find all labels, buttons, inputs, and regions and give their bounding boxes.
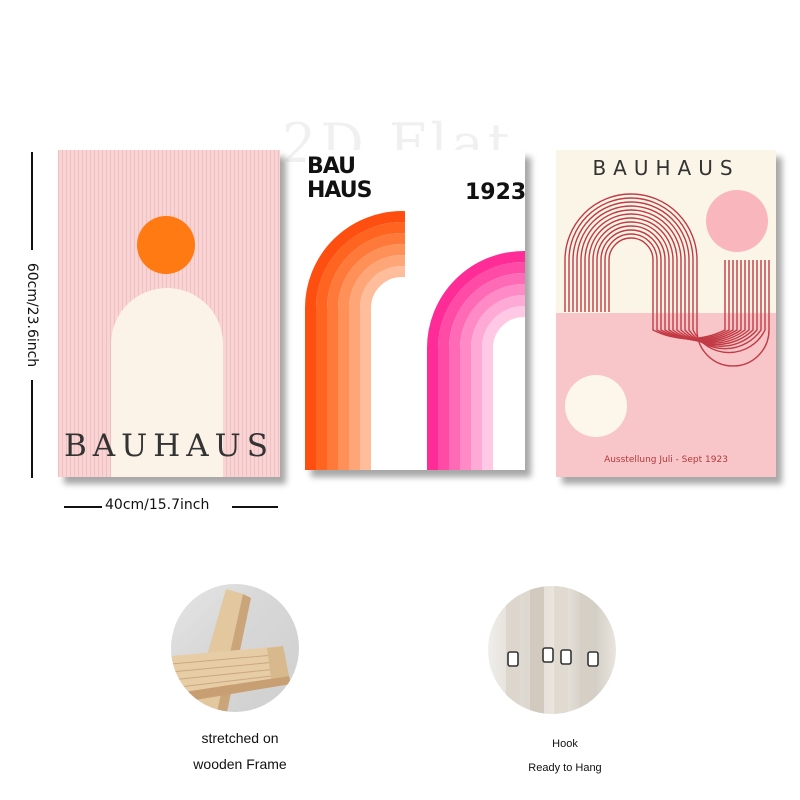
poster-3-caption: Ausstellung Juli - Sept 1923 (604, 455, 728, 465)
poster-1: BAUHAUS (58, 150, 280, 477)
poster-2-year: 1923 (465, 180, 525, 205)
wooden-frame-icon (171, 589, 291, 712)
poster-1-title: BAUHAUS (63, 428, 275, 464)
frame-caption-line1: stretched on (201, 730, 279, 746)
hook-caption-line2: Ready to Hang (528, 762, 602, 774)
height-dimension-label: 60cm/23.6inch (24, 262, 40, 368)
width-dimension-line-left (64, 506, 102, 508)
frame-caption-line2: wooden Frame (193, 756, 287, 772)
poster-2-title-line1: BAU (307, 154, 356, 179)
poster-2-title-line2: HAUS (307, 178, 372, 203)
hook-icon (506, 586, 599, 714)
height-dimension-line-top (31, 152, 33, 250)
poster-1-sun (137, 216, 195, 274)
wooden-frame-photo (171, 584, 299, 712)
poster-3-title: BAUHAUS (592, 156, 740, 180)
poster-3: BAUHAUS Ausstellung Juli - Sept 1923 (556, 150, 776, 477)
poster-3-artwork (556, 190, 776, 477)
width-dimension-line-right (232, 506, 278, 508)
hook-photo (488, 586, 616, 714)
poster-2: BAU HAUS 1923 (305, 150, 525, 470)
hook-caption-line1: Hook (552, 738, 578, 750)
poster-2-rainbow-arches (305, 208, 525, 470)
width-dimension-label: 40cm/15.7inch (105, 497, 210, 513)
height-dimension-line-bottom (31, 380, 33, 478)
